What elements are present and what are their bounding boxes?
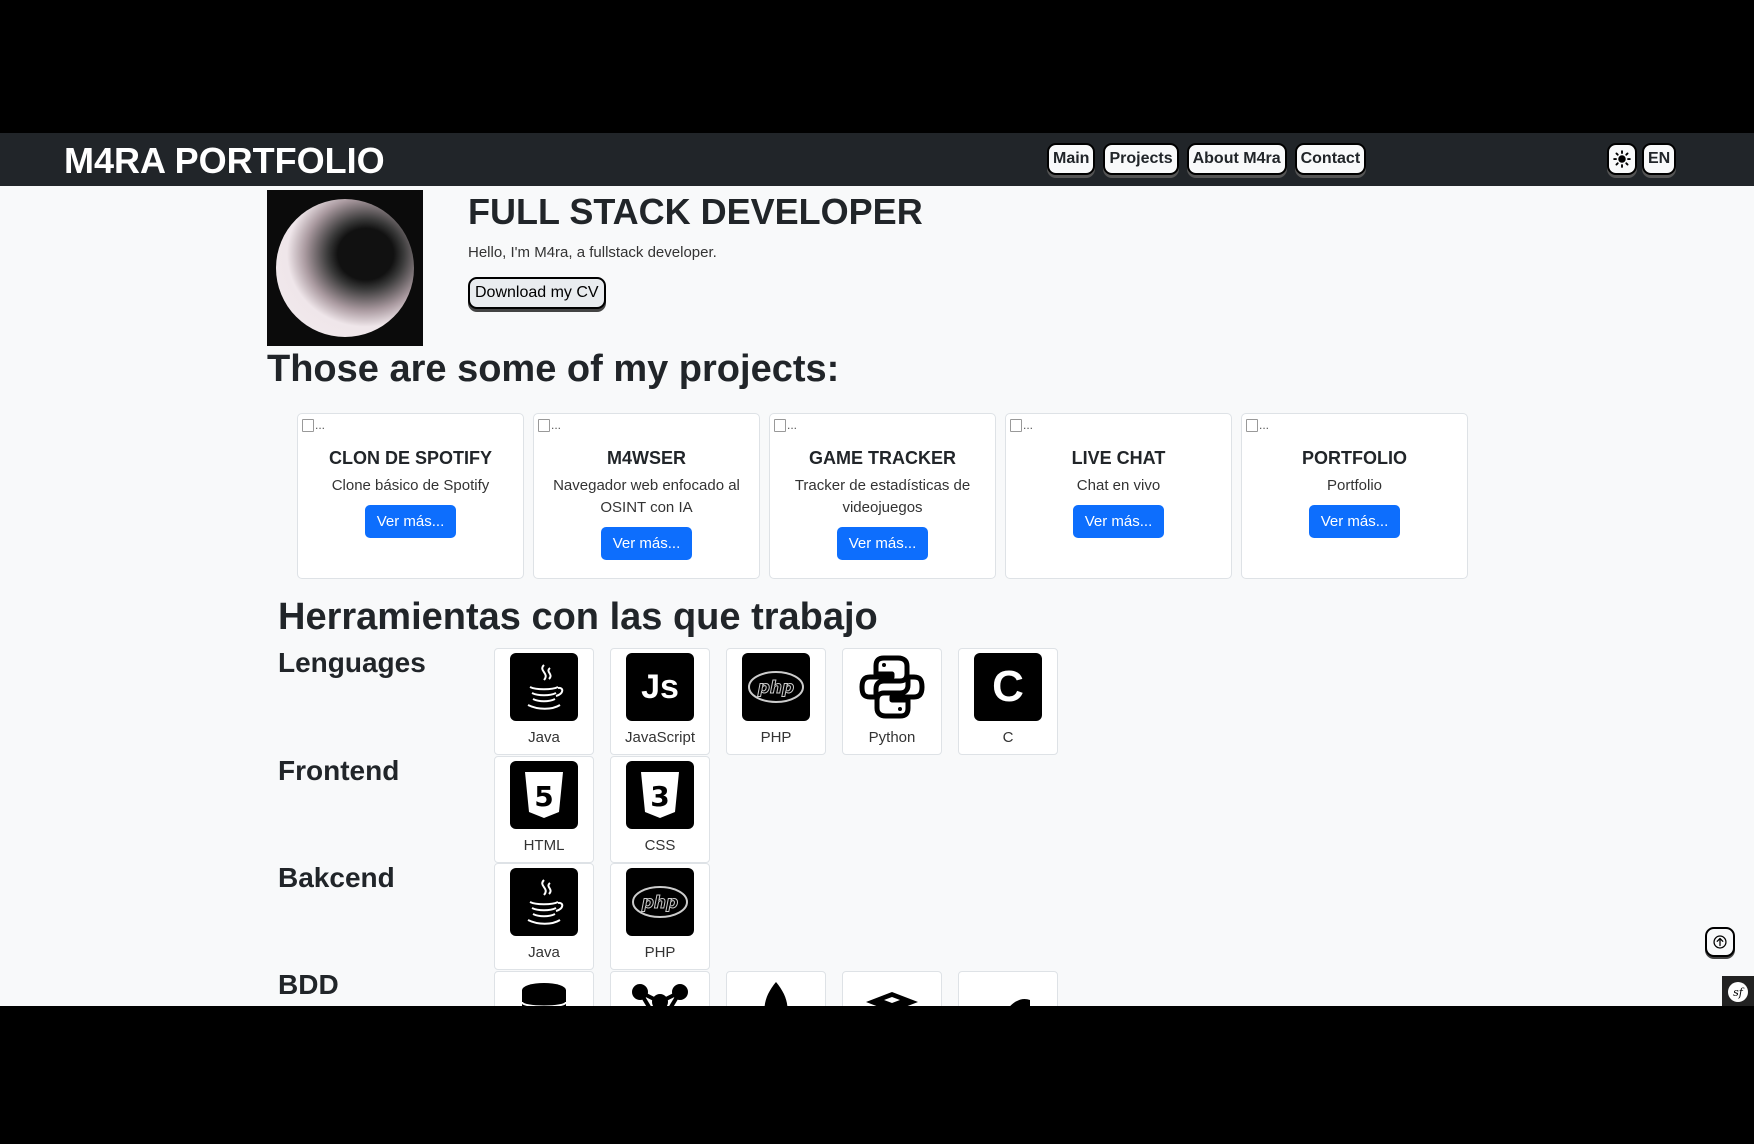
- php-icon: php: [742, 653, 810, 721]
- tool-label: PHP: [760, 729, 792, 746]
- project-title: GAME TRACKER: [809, 448, 956, 468]
- graph-database-icon: [626, 976, 694, 1006]
- projects-list: ... CLON DE SPOTIFY Clone básico de Spot…: [297, 413, 1468, 579]
- mysql-dolphin-icon: [974, 976, 1042, 1006]
- svg-text:php: php: [641, 893, 678, 913]
- scroll-to-top-button[interactable]: [1705, 927, 1735, 957]
- tool-label: HTML: [523, 837, 565, 854]
- tool-card: [958, 971, 1058, 1006]
- hero-subtitle: Hello, I'm M4ra, a fullstack developer.: [468, 244, 717, 261]
- project-title: M4WSER: [606, 448, 686, 468]
- hero-title: FULL STACK DEVELOPER: [468, 191, 923, 232]
- navbar: M4RA PORTFOLIO Main Projects About M4ra …: [0, 133, 1754, 186]
- project-card: ... M4WSER Navegador web enfocado al OSI…: [533, 413, 760, 579]
- tool-label: C: [1002, 729, 1014, 746]
- tools-row-frontend: 5 HTML 3 CSS: [494, 756, 710, 863]
- database-icon: [510, 976, 578, 1006]
- broken-image-icon: ...: [538, 418, 561, 432]
- nav-right: EN: [1607, 143, 1677, 175]
- tool-card: [726, 971, 826, 1006]
- tools-group-label: Bakcend: [278, 862, 395, 893]
- sun-icon: [1613, 150, 1631, 168]
- tool-card: 3 CSS: [610, 756, 710, 863]
- project-description: Chat en vivo: [1076, 477, 1161, 494]
- python-icon: [858, 653, 926, 721]
- tools-row-databases: [494, 971, 1058, 1006]
- tool-label: Python: [868, 729, 916, 746]
- project-card: ... GAME TRACKER Tracker de estadísticas…: [769, 413, 996, 579]
- tool-card: [494, 971, 594, 1006]
- theme-toggle-button[interactable]: [1607, 143, 1637, 175]
- project-more-button[interactable]: Ver más...: [1072, 505, 1165, 538]
- projects-heading: Those are some of my projects:: [267, 348, 840, 390]
- nav-projects-button[interactable]: Projects: [1103, 143, 1179, 175]
- project-more-button[interactable]: Ver más...: [1308, 505, 1401, 538]
- nav-main-button[interactable]: Main: [1047, 143, 1096, 175]
- java-icon: [510, 868, 578, 936]
- project-more-button[interactable]: Ver más...: [836, 527, 929, 560]
- svg-text:3: 3: [650, 780, 669, 813]
- broken-image-icon: ...: [1010, 418, 1033, 432]
- tool-label: JavaScript: [624, 729, 696, 746]
- tools-group-label: BDD: [278, 969, 339, 1000]
- symfony-icon: sf: [1728, 982, 1748, 1002]
- download-cv-button[interactable]: Download my CV: [468, 277, 606, 309]
- tools-heading: Herramientas con las que trabajo: [278, 596, 878, 638]
- tool-card: php PHP: [610, 863, 710, 970]
- html5-icon: 5: [510, 761, 578, 829]
- project-card: ... LIVE CHAT Chat en vivo Ver más...: [1005, 413, 1232, 579]
- language-button[interactable]: EN: [1642, 143, 1677, 175]
- tool-card: php PHP: [726, 648, 826, 755]
- tools-row-languages: Java Js JavaScript php PHP Python C C: [494, 648, 1058, 755]
- broken-image-icon: ...: [302, 418, 325, 432]
- tool-card: C C: [958, 648, 1058, 755]
- nav-links: Main Projects About M4ra Contact: [1047, 143, 1367, 175]
- broken-image-icon: ...: [774, 418, 797, 432]
- avatar: [267, 190, 423, 346]
- nav-contact-button[interactable]: Contact: [1294, 143, 1367, 175]
- nav-about-button[interactable]: About M4ra: [1186, 143, 1287, 175]
- tool-label: PHP: [644, 944, 676, 961]
- project-more-button[interactable]: Ver más...: [600, 527, 693, 560]
- php-icon: php: [626, 868, 694, 936]
- brand-title[interactable]: M4RA PORTFOLIO: [64, 140, 385, 182]
- project-title: LIVE CHAT: [1071, 448, 1166, 468]
- c-icon: C: [974, 653, 1042, 721]
- broken-image-icon: ...: [1246, 418, 1269, 432]
- project-title: CLON DE SPOTIFY: [328, 448, 492, 468]
- tool-card: Java: [494, 648, 594, 755]
- mongodb-leaf-icon: [742, 976, 810, 1006]
- project-description: Tracker de estadísticas de videojuegos: [794, 477, 971, 516]
- project-more-button[interactable]: Ver más...: [364, 505, 457, 538]
- tool-label: Java: [528, 729, 560, 746]
- svg-text:php: php: [757, 678, 794, 698]
- svg-text:5: 5: [534, 780, 553, 813]
- arrow-up-icon: [1713, 935, 1727, 949]
- project-description: Portfolio: [1326, 477, 1383, 494]
- tool-card: Js JavaScript: [610, 648, 710, 755]
- project-card: ... CLON DE SPOTIFY Clone básico de Spot…: [297, 413, 524, 579]
- tool-card: [842, 971, 942, 1006]
- tool-card: Python: [842, 648, 942, 755]
- javascript-icon: Js: [626, 653, 694, 721]
- tool-label: CSS: [644, 837, 676, 854]
- tools-group-label: Frontend: [278, 755, 400, 786]
- tool-label: Java: [528, 944, 560, 961]
- css3-icon: 3: [626, 761, 694, 829]
- project-title: PORTFOLIO: [1302, 448, 1407, 468]
- tool-card: [610, 971, 710, 1006]
- tool-card: 5 HTML: [494, 756, 594, 863]
- tools-group-label: Lenguages: [278, 647, 426, 678]
- tools-row-backend: Java php PHP: [494, 863, 710, 970]
- project-description: Navegador web enfocado al OSINT con IA: [553, 477, 740, 516]
- java-icon: [510, 653, 578, 721]
- tool-card: Java: [494, 863, 594, 970]
- symfony-toolbar-toggle[interactable]: sf: [1722, 976, 1754, 1006]
- browser-viewport: M4RA PORTFOLIO Main Projects About M4ra …: [0, 133, 1754, 1006]
- redis-icon: [858, 976, 926, 1006]
- project-description: Clone básico de Spotify: [331, 477, 490, 494]
- project-card: ... PORTFOLIO Portfolio Ver más...: [1241, 413, 1468, 579]
